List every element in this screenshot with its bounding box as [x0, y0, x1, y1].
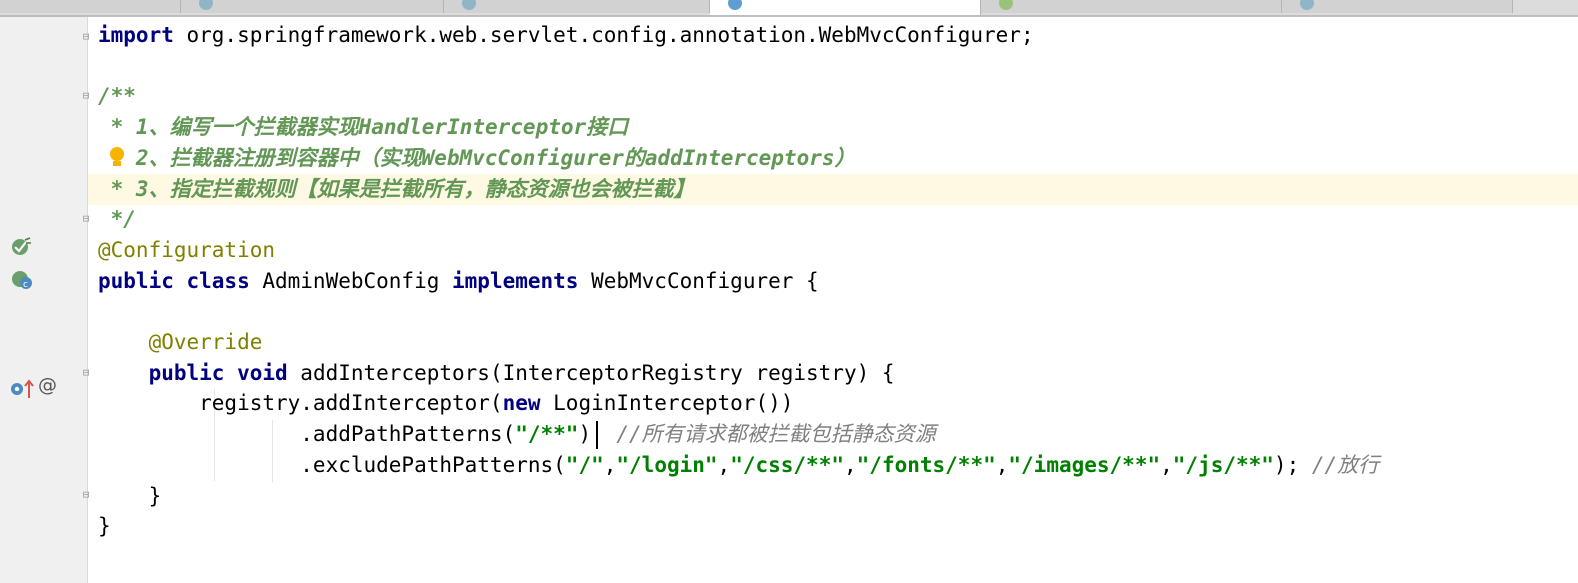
- editor-tab-bar: [0, 0, 1578, 17]
- editor-tab[interactable]: [444, 0, 710, 13]
- file-icon: [462, 0, 476, 10]
- file-icon: [199, 0, 213, 10]
- editor-gutter[interactable]: c @ ⊟ ⊟ ⊟ ⊟ ⊟: [0, 17, 89, 583]
- editor-tab[interactable]: [181, 0, 444, 13]
- file-icon: [1300, 0, 1314, 10]
- bean-class-icon[interactable]: c: [10, 269, 34, 291]
- bean-config-icon[interactable]: [10, 237, 32, 257]
- editor-tab[interactable]: [1282, 0, 1513, 13]
- annotation-override: @Override: [148, 330, 263, 355]
- override-up-arrow-icon[interactable]: [10, 378, 36, 400]
- code-line-1: org.springframework.web.servlet.config.a…: [173, 23, 1034, 47]
- editor-tab[interactable]: [0, 0, 181, 13]
- keyword: import: [98, 23, 174, 47]
- implements-marker: @: [38, 374, 57, 396]
- doc-comment-line: */: [98, 207, 136, 232]
- doc-comment-line: /**: [98, 84, 136, 109]
- file-icon: [999, 0, 1013, 10]
- file-icon: [728, 0, 742, 10]
- text-cursor: [596, 421, 598, 449]
- doc-comment-line: * 1、编写一个拦截器实现HandlerInterceptor接口: [98, 115, 629, 140]
- editor-tab[interactable]: [981, 0, 1282, 13]
- lightbulb-icon[interactable]: [109, 146, 125, 170]
- code-editor[interactable]: import org.springframework.web.servlet.c…: [88, 17, 1578, 583]
- annotation-configuration: @Configuration: [98, 237, 276, 262]
- code-text[interactable]: import org.springframework.web.servlet.c…: [98, 20, 1379, 542]
- svg-text:c: c: [23, 280, 28, 290]
- doc-comment-line: * 2、拦截器注册到容器中（实现WebMvcConfigurer的addInte…: [98, 145, 856, 170]
- editor-tab-active[interactable]: [710, 0, 981, 15]
- doc-comment-line: * 3、指定拦截规则【如果是拦截所有，静态资源也会被拦截】: [98, 176, 695, 201]
